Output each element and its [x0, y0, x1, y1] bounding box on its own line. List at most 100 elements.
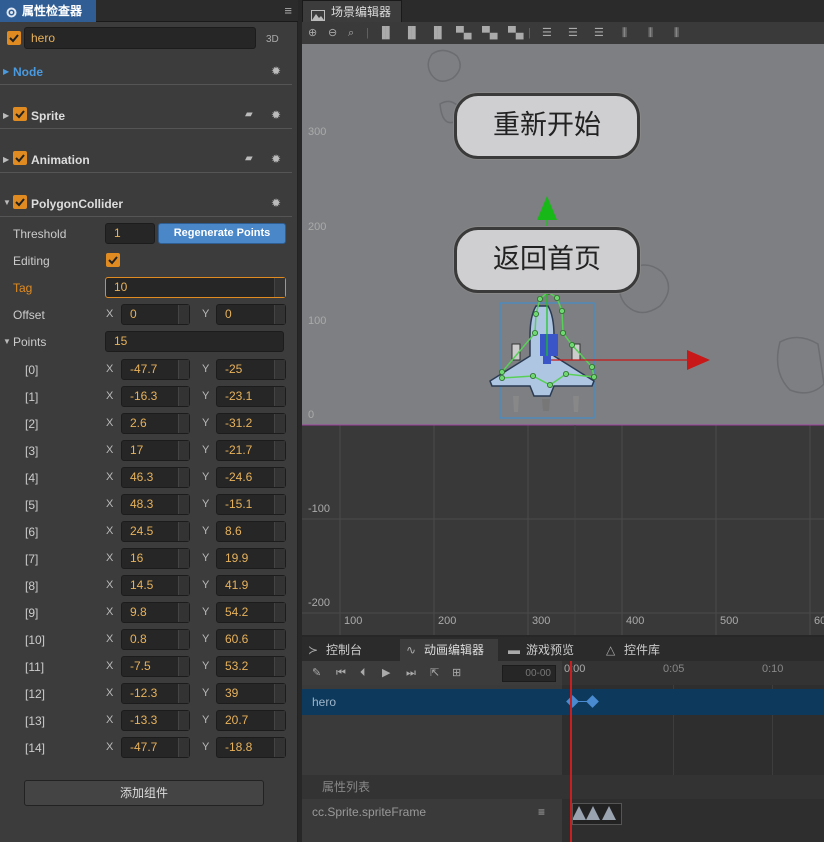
animation-enabled-checkbox[interactable]	[13, 151, 27, 165]
point-x-input[interactable]: -16.3	[121, 386, 190, 407]
mode-3d-toggle[interactable]: 3D	[266, 32, 279, 48]
section-polygon-collider[interactable]: ▼ PolygonCollider ✹	[0, 189, 292, 217]
triangle-icon: △	[606, 643, 616, 657]
point-x-input[interactable]: 24.5	[121, 521, 190, 542]
point-x-input[interactable]: -12.3	[121, 683, 190, 704]
tab-game-preview[interactable]: ▬ 游戏预览	[502, 639, 598, 661]
tab-animation-editor[interactable]: ∿ 动画编辑器	[400, 639, 498, 661]
editing-checkbox[interactable]	[106, 253, 120, 267]
gear-icon[interactable]: ✹	[271, 109, 281, 121]
gear-icon[interactable]: ✹	[271, 65, 281, 77]
point-y-input[interactable]: 60.6	[216, 629, 286, 650]
gear-icon[interactable]: ✹	[271, 153, 281, 165]
point-y-input[interactable]: -31.2	[216, 413, 286, 434]
align-top-icon[interactable]: ▀▄	[456, 26, 472, 40]
play-icon[interactable]: ▶	[382, 666, 390, 680]
zoom-in-icon[interactable]: ⊕	[308, 26, 317, 40]
playhead[interactable]	[570, 661, 572, 842]
point-y-input[interactable]: 8.6	[216, 521, 286, 542]
help-book-icon[interactable]: ▰	[245, 109, 253, 120]
threshold-input[interactable]: 1	[105, 223, 155, 244]
distribute-hcenter-icon[interactable]: ⫼	[648, 26, 653, 40]
point-x-input[interactable]: 16	[121, 548, 190, 569]
next-frame-icon[interactable]: ⏭	[406, 666, 416, 680]
restart-game-button[interactable]: 重新开始	[454, 93, 640, 159]
point-x-input[interactable]: -13.3	[121, 710, 190, 731]
sprite-enabled-checkbox[interactable]	[13, 107, 27, 121]
property-menu-icon[interactable]: ≡	[538, 799, 545, 825]
point-x-input[interactable]: 9.8	[121, 602, 190, 623]
offset-x-input[interactable]: 0	[121, 304, 190, 325]
point-y-input[interactable]: -25	[216, 359, 286, 380]
edit-icon[interactable]: ✎	[312, 666, 321, 680]
x-tick-label: 500	[720, 615, 739, 627]
align-bottom-icon[interactable]: ▀▄	[508, 26, 524, 40]
export-icon[interactable]: ⇱	[430, 666, 439, 680]
tab-scene-editor[interactable]: 场景编辑器	[302, 0, 402, 22]
distribute-left-icon[interactable]: ⫼	[622, 26, 627, 40]
align-vcenter-icon[interactable]: ▀▄	[482, 26, 498, 40]
section-sprite[interactable]: ▶ Sprite ▰ ✹	[0, 101, 292, 129]
distribute-vcenter-icon[interactable]: ☰	[568, 26, 578, 40]
point-y-input[interactable]: 41.9	[216, 575, 286, 596]
keyframe-area[interactable]	[562, 685, 824, 775]
regenerate-points-button[interactable]: Regenerate Points	[158, 223, 286, 244]
zoom-reset-icon[interactable]: ⌕	[348, 26, 354, 40]
point-y-input[interactable]: 20.7	[216, 710, 286, 731]
point-x-input[interactable]: 46.3	[121, 467, 190, 488]
scene-viewport[interactable]: 300 200 100 0 -100 -200 100 200 300 400 …	[302, 44, 824, 635]
point-x-input[interactable]: 17	[121, 440, 190, 461]
distribute-bottom-icon[interactable]: ☰	[594, 26, 604, 40]
gear-icon[interactable]: ✹	[271, 197, 281, 209]
point-x-input[interactable]: 2.6	[121, 413, 190, 434]
point-y-input[interactable]: -21.7	[216, 440, 286, 461]
point-x-input[interactable]: 0.8	[121, 629, 190, 650]
point-y-input[interactable]: -24.6	[216, 467, 286, 488]
distribute-top-icon[interactable]: ☰	[542, 26, 552, 40]
prev-frame-icon[interactable]: ⏴	[360, 666, 366, 680]
point-index-label: [7]	[25, 552, 39, 566]
point-y-input[interactable]: 54.2	[216, 602, 286, 623]
point-y-input[interactable]: -23.1	[216, 386, 286, 407]
node-name-field[interactable]: hero	[24, 27, 256, 49]
point-y-input[interactable]: 19.9	[216, 548, 286, 569]
property-row[interactable]: cc.Sprite.spriteFrame ≡	[302, 799, 562, 842]
point-x-input[interactable]: 14.5	[121, 575, 190, 596]
add-component-button[interactable]: 添加组件	[24, 780, 264, 806]
point-y-input[interactable]: -15.1	[216, 494, 286, 515]
point-x-input[interactable]: -7.5	[121, 656, 190, 677]
align-left-icon[interactable]: ▐▌	[378, 26, 394, 40]
point-y-input[interactable]: 53.2	[216, 656, 286, 677]
tag-input[interactable]: 10	[105, 277, 286, 298]
point-y-input[interactable]: 39	[216, 683, 286, 704]
sprite-frame-thumbnails[interactable]	[572, 803, 622, 825]
section-animation[interactable]: ▶ Animation ▰ ✹	[0, 145, 292, 173]
point-x-input[interactable]: 48.3	[121, 494, 190, 515]
point-x-input[interactable]: -47.7	[121, 737, 190, 758]
home-game-button[interactable]: 返回首页	[454, 227, 640, 293]
frame-input[interactable]: 00-00	[502, 665, 556, 682]
tab-widget-library[interactable]: △ 控件库	[600, 639, 696, 661]
tab-console[interactable]: ≻ 控制台	[302, 639, 398, 661]
time-label: 0:10	[762, 663, 784, 675]
polygon-enabled-checkbox[interactable]	[13, 195, 27, 209]
tab-inspector[interactable]: 属性检查器	[0, 0, 96, 22]
property-keyframes[interactable]	[562, 799, 824, 842]
add-icon[interactable]: ⊞	[452, 666, 461, 680]
expand-arrow-icon[interactable]: ▼	[3, 334, 11, 350]
node-active-checkbox[interactable]	[7, 31, 21, 45]
help-book-icon[interactable]: ▰	[245, 153, 253, 164]
first-frame-icon[interactable]: ⏮	[336, 666, 346, 680]
panel-menu-icon[interactable]: ≡	[284, 3, 292, 18]
node-row-hero[interactable]: hero	[302, 689, 562, 715]
point-x-input[interactable]: -47.7	[121, 359, 190, 380]
point-y-input[interactable]: -18.8	[216, 737, 286, 758]
section-node[interactable]: ▶ Node ✹	[0, 57, 292, 85]
zoom-out-icon[interactable]: ⊖	[328, 26, 337, 40]
align-hcenter-icon[interactable]: ▐▌	[404, 26, 420, 40]
offset-y-input[interactable]: 0	[216, 304, 286, 325]
align-right-icon[interactable]: ▐▌	[430, 26, 446, 40]
points-count-input[interactable]: 15	[105, 331, 284, 352]
distribute-right-icon[interactable]: ⫼	[674, 26, 679, 40]
timeline-ruler[interactable]: 0:00 0:05 0:10	[562, 661, 824, 685]
